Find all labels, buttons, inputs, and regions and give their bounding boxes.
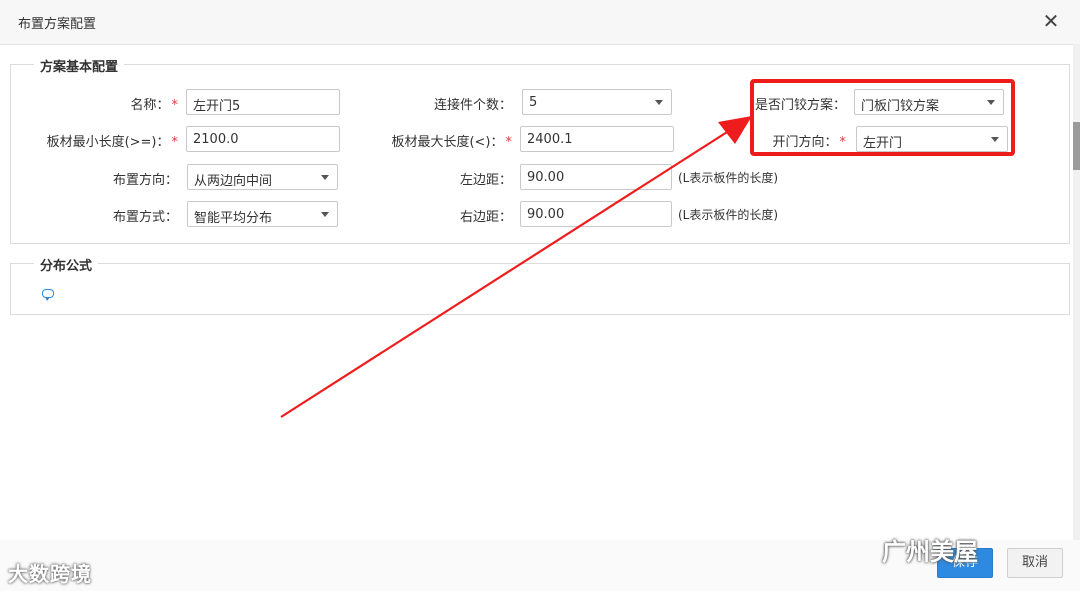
min-length-input[interactable]: 2100.0 xyxy=(186,126,340,152)
chevron-down-icon xyxy=(321,212,329,217)
layout-direction-select[interactable]: 从两边向中间 xyxy=(187,164,338,190)
left-margin-hint: (L表示板件的长度) xyxy=(678,171,779,185)
watermark-right: 广州美屋 xyxy=(882,538,978,566)
close-icon[interactable]: ✕ xyxy=(1040,10,1062,32)
scrollbar-thumb[interactable] xyxy=(1073,122,1080,170)
min-length-label: 板材最小长度(>=)： * xyxy=(46,135,178,150)
left-margin-input[interactable]: 90.00 xyxy=(520,164,672,190)
name-input[interactable]: 左开门5 xyxy=(186,89,340,115)
left-margin-label: 左边距： xyxy=(459,173,512,188)
highlight-box xyxy=(750,79,1015,156)
watermark-left: 大数跨境 xyxy=(8,562,92,586)
connector-count-select[interactable]: 5 xyxy=(522,89,672,115)
config-dialog: 布置方案配置 ✕ 方案基本配置 名称： * 左开门5 连接件个数： 5 是否门铰方… xyxy=(0,0,1080,591)
max-length-input[interactable]: 2400.1 xyxy=(520,126,674,152)
comment-icon[interactable] xyxy=(42,289,54,301)
scrollbar[interactable] xyxy=(1073,44,1080,591)
cancel-button[interactable]: 取消 xyxy=(1007,548,1063,578)
formula-group xyxy=(10,263,1070,315)
formula-legend: 分布公式 xyxy=(34,255,99,274)
chevron-down-icon xyxy=(655,100,663,105)
chevron-down-icon xyxy=(321,175,329,180)
connector-count-label: 连接件个数： xyxy=(433,98,512,113)
dialog-title: 布置方案配置 xyxy=(18,17,97,32)
name-label: 名称： * xyxy=(130,98,178,113)
right-margin-input[interactable]: 90.00 xyxy=(520,201,672,227)
dialog-titlebar: 布置方案配置 ✕ xyxy=(0,0,1080,45)
right-margin-label: 右边距： xyxy=(459,210,512,225)
layout-direction-label: 布置方向： xyxy=(112,173,178,188)
layout-method-label: 布置方式： xyxy=(112,210,178,225)
layout-method-select[interactable]: 智能平均分布 xyxy=(187,201,338,227)
right-margin-hint: (L表示板件的长度) xyxy=(678,208,779,222)
max-length-label: 板材最大长度(<)： * xyxy=(391,135,512,150)
basic-config-legend: 方案基本配置 xyxy=(34,56,125,75)
